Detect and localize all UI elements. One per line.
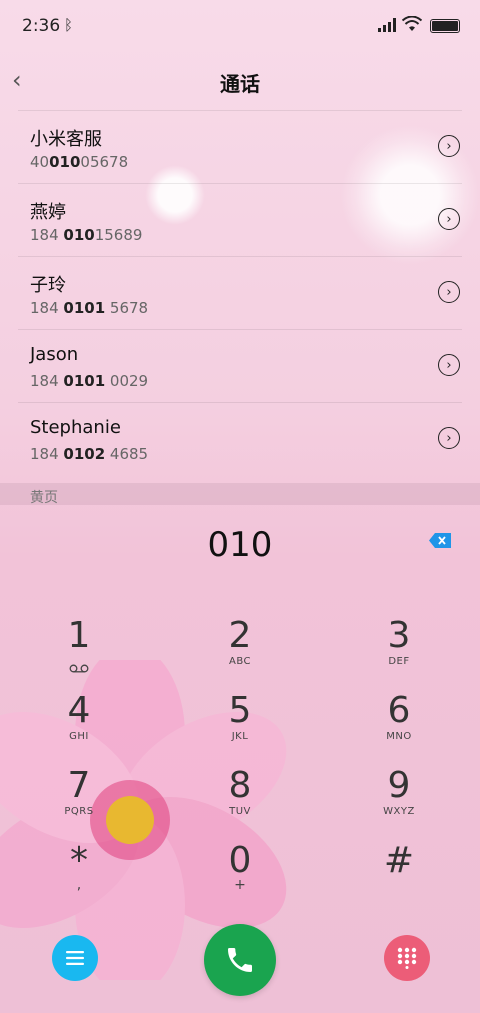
dialpad-icon: [397, 947, 417, 969]
key-star[interactable]: * ,: [29, 839, 129, 909]
contact-item[interactable]: Jason 184 0101 0029 ›: [18, 329, 462, 402]
key-letters: ABC: [228, 656, 251, 667]
key-digit: 3: [387, 615, 411, 656]
key-1[interactable]: 1: [29, 614, 129, 684]
contact-number: 4001005678: [30, 153, 129, 171]
key-digit: 4: [67, 690, 91, 731]
contact-name: 子玲: [30, 275, 66, 296]
contact-detail-arrow-icon[interactable]: ›: [438, 281, 460, 303]
contact-item[interactable]: 燕婷 184 01015689 ›: [18, 183, 462, 256]
key-digit: 9: [387, 765, 411, 806]
key-7[interactable]: 7 PQRS: [29, 764, 129, 834]
contact-detail-arrow-icon[interactable]: ›: [438, 427, 460, 449]
contact-item[interactable]: 小米客服 4001005678 ›: [18, 110, 462, 183]
key-letters: WXYZ: [383, 806, 415, 817]
key-digit: #: [383, 840, 415, 881]
contact-suggestions-list: 小米客服 4001005678 › 燕婷 184 01015689 › 子玲 1…: [18, 110, 462, 475]
signal-icon: [378, 18, 396, 32]
contact-detail-arrow-icon[interactable]: ›: [438, 135, 460, 157]
key-letters: MNO: [386, 731, 412, 742]
contact-item[interactable]: 子玲 184 0101 5678 ›: [18, 256, 462, 329]
bottom-action-bar: [0, 920, 480, 1013]
key-letters: JKL: [231, 731, 249, 742]
key-digit: 7: [67, 765, 91, 806]
key-5[interactable]: 5 JKL: [190, 689, 290, 759]
key-0[interactable]: 0 +: [190, 839, 290, 909]
battery-icon: [430, 19, 460, 33]
status-time: 2:36: [22, 16, 61, 36]
yellow-pages-section-header: 黄页: [0, 483, 480, 505]
key-letters: DEF: [388, 656, 410, 667]
header: ‹ 通话: [0, 52, 480, 110]
contact-name: Jason: [30, 344, 79, 365]
menu-button[interactable]: [52, 935, 98, 981]
key-2[interactable]: 2 ABC: [190, 614, 290, 684]
contact-number: 184 0101 0029: [30, 372, 149, 390]
key-letters: GHI: [69, 731, 89, 742]
call-button[interactable]: [204, 924, 276, 996]
key-6[interactable]: 6 MNO: [349, 689, 449, 759]
key-digit: 6: [387, 690, 411, 731]
dialpad-toggle-button[interactable]: [384, 935, 430, 981]
contact-name: 小米客服: [30, 129, 102, 150]
backspace-icon[interactable]: [429, 533, 451, 548]
key-digit: 8: [228, 765, 252, 806]
voicemail-icon: [69, 664, 89, 673]
contact-number: 184 01015689: [30, 226, 143, 244]
dialed-number-display: 010: [207, 525, 273, 565]
key-hash[interactable]: #: [349, 839, 449, 909]
contact-name: Stephanie: [30, 417, 121, 438]
contact-detail-arrow-icon[interactable]: ›: [438, 208, 460, 230]
key-letters: TUV: [229, 806, 251, 817]
page-title: 通话: [220, 72, 260, 96]
key-letters: PQRS: [64, 806, 94, 817]
key-letters: ,: [76, 877, 82, 893]
status-bar: 2:36 ᛒ: [0, 0, 480, 52]
phone-icon: [228, 948, 252, 972]
key-9[interactable]: 9 WXYZ: [349, 764, 449, 834]
key-digit: 1: [67, 615, 91, 656]
key-letters: +: [234, 877, 246, 893]
contact-number: 184 0102 4685: [30, 445, 149, 463]
key-digit: 2: [228, 615, 252, 656]
section-label: 黄页: [30, 490, 58, 505]
wifi-icon: [402, 16, 422, 31]
bluetooth-icon: ᛒ: [64, 16, 74, 34]
contact-detail-arrow-icon[interactable]: ›: [438, 354, 460, 376]
contact-item[interactable]: Stephanie 184 0102 4685 ›: [18, 402, 462, 475]
key-4[interactable]: 4 GHI: [29, 689, 129, 759]
key-8[interactable]: 8 TUV: [190, 764, 290, 834]
contact-name: 燕婷: [30, 202, 66, 223]
key-3[interactable]: 3 DEF: [349, 614, 449, 684]
contact-number: 184 0101 5678: [30, 299, 149, 317]
key-digit: 5: [228, 690, 252, 731]
menu-icon: [66, 951, 84, 965]
